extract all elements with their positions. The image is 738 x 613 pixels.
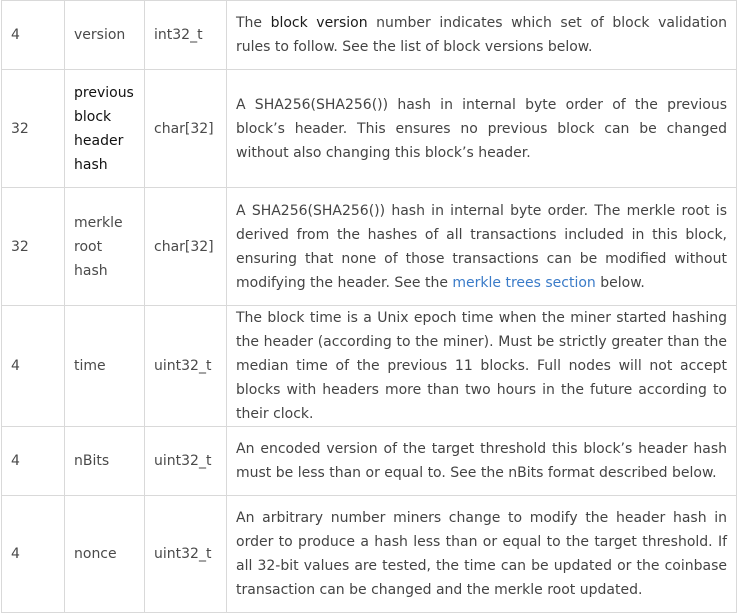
data-type-cell: char[32] bbox=[144, 187, 227, 306]
description-cell: The block time is a Unix epoch time when… bbox=[226, 305, 737, 427]
table-row: 4 nBits uint32_t An encoded version of t… bbox=[1, 426, 737, 496]
table-row: 32 previous block header hash char[32] A… bbox=[1, 69, 737, 188]
field-name-cell: version bbox=[64, 0, 145, 70]
field-name: version bbox=[74, 27, 126, 43]
merkle-trees-link[interactable]: merkle trees section bbox=[452, 275, 595, 291]
description-cell: An encoded version of the target thresho… bbox=[226, 426, 737, 496]
data-type-cell: uint32_t bbox=[144, 426, 227, 496]
field-name: header bbox=[74, 132, 124, 149]
field-name: hash bbox=[74, 262, 108, 279]
bytes-cell: 32 bbox=[1, 187, 65, 306]
bytes-cell: 4 bbox=[1, 495, 65, 613]
description-text: below. bbox=[595, 274, 645, 291]
table-row: 4 time uint32_t The block time is a Unix… bbox=[1, 305, 737, 427]
data-type-cell: int32_t bbox=[144, 0, 227, 70]
description-cell: A SHA256(SHA256()) hash in internal byte… bbox=[226, 69, 737, 188]
description-cell: The block version number indicates which… bbox=[226, 0, 737, 70]
field-name-cell: previous block header hash bbox=[64, 69, 145, 188]
bytes-cell: 4 bbox=[1, 426, 65, 496]
description-text: The bbox=[236, 15, 271, 31]
field-name-cell: merkle root hash bbox=[64, 187, 145, 306]
field-name: time bbox=[74, 358, 106, 374]
field-name-cell: time bbox=[64, 305, 145, 427]
field-name-cell: nBits bbox=[64, 426, 145, 496]
field-name-cell: nonce bbox=[64, 495, 145, 613]
description-cell: A SHA256(SHA256()) hash in internal byte… bbox=[226, 187, 737, 306]
table-row: 4 nonce uint32_t An arbitrary number min… bbox=[1, 495, 737, 613]
data-type-cell: char[32] bbox=[144, 69, 227, 188]
bytes-cell: 32 bbox=[1, 69, 65, 188]
field-name: hash bbox=[74, 156, 108, 173]
bytes-cell: 4 bbox=[1, 0, 65, 70]
field-name: block bbox=[74, 108, 112, 125]
field-name: nBits bbox=[74, 453, 110, 469]
block-version-term: block version bbox=[270, 15, 368, 31]
field-name: merkle bbox=[74, 214, 123, 231]
field-name: root bbox=[74, 238, 103, 255]
field-name: nonce bbox=[74, 546, 117, 562]
data-type-cell: uint32_t bbox=[144, 305, 227, 427]
table-row: 4 version int32_t The block version numb… bbox=[1, 0, 737, 70]
data-type-cell: uint32_t bbox=[144, 495, 227, 613]
block-header-fields-table: 4 version int32_t The block version numb… bbox=[1, 0, 737, 613]
table-row: 32 merkle root hash char[32] A SHA256(SH… bbox=[1, 187, 737, 306]
field-name: previous bbox=[74, 84, 134, 101]
description-cell: An arbitrary number miners change to mod… bbox=[226, 495, 737, 613]
bytes-cell: 4 bbox=[1, 305, 65, 427]
